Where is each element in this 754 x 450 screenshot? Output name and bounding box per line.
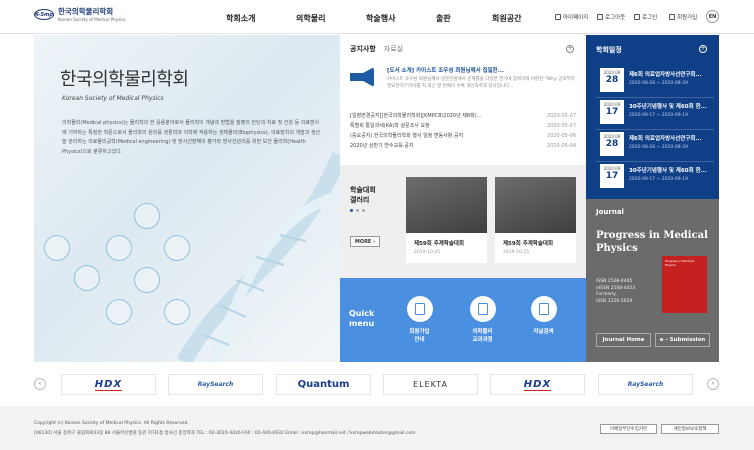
- journal-panel: Journal Progress in Medical Physics ISSN…: [586, 199, 719, 362]
- gallery-photo: [495, 177, 576, 233]
- list-item[interactable]: [일정변경공지][한국의학물리학회][KMPC8(2020년 제8회)... 20…: [350, 111, 576, 121]
- schedule-title: 학회일정: [596, 46, 622, 54]
- chevron-left-icon[interactable]: ‹: [34, 378, 46, 390]
- journal-home-button[interactable]: Journal Home: [596, 333, 651, 347]
- language-en-button[interactable]: EN: [706, 10, 719, 23]
- megaphone-icon: [350, 67, 374, 87]
- e-submission-button[interactable]: e - Submission: [655, 333, 710, 347]
- partner-logo[interactable]: RaySearch: [598, 374, 693, 395]
- user-icon: [555, 14, 561, 20]
- partner-banner: ‹ HDX RaySearch Quantum ELEKTA HDX RaySe…: [0, 370, 754, 398]
- tab-notice[interactable]: 공지사항: [350, 44, 376, 54]
- gallery-title: 학술대회 갤러리: [350, 186, 376, 204]
- logo-english: Korean Society of Medical Physics: [58, 16, 126, 22]
- date-badge: 2020.08 28: [600, 132, 624, 156]
- email-collection-refusal-button[interactable]: 이메일무단수집거부: [600, 424, 657, 434]
- hex-heartbeat-icon: [134, 267, 160, 293]
- nav-events[interactable]: 학술행사: [366, 13, 395, 24]
- logout-icon: [597, 14, 603, 20]
- journal-issn: ISSN 2508-4445 eISSN 2508-4453 Formerly …: [596, 279, 636, 304]
- nav-about[interactable]: 학회소개: [226, 13, 255, 24]
- list-item[interactable]: 특별회 통일과세(KA)학 설문조사 요청 2020-05-07: [350, 121, 576, 131]
- search-document-icon: [530, 296, 557, 322]
- quick-journal-search[interactable]: 저널검색: [521, 296, 566, 336]
- schedule-item[interactable]: 2020.08 28 제6회 의료업자방사선연구회... 2020-08-28 ~…: [596, 66, 714, 98]
- nav-medical-physics[interactable]: 의학물리: [296, 13, 325, 24]
- hex-molecule-icon: [106, 299, 132, 325]
- featured-notice-desc: 카이스트 조우성 회원님께서 방문인원에서 문제를을 다양한 연가에 집위하여 …: [387, 77, 575, 89]
- date-badge: 2020.08 28: [600, 68, 624, 92]
- featured-notice-title: [도서 소개] 카이스트 조우성 회원님께서 집필한...: [387, 68, 505, 74]
- hex-heart-icon: [106, 235, 132, 261]
- schedule-item[interactable]: 2020.09 17 30주년기념행사 및 제60회 한... 2020-09-1…: [596, 98, 714, 130]
- schedule-item[interactable]: 2020.09 17 30주년기념행사 및 제60회 한... 2020-09-1…: [596, 162, 714, 194]
- site-header: K-Smp 한국의학물리학회 Korean Society of Medical…: [0, 0, 754, 34]
- featured-notice[interactable]: [도서 소개] 카이스트 조우성 회원님께서 집필한... 카이스트 조우성 회…: [350, 65, 576, 97]
- journal-name: Progress in Medical Physics: [596, 230, 708, 254]
- site-footer: Copyright (c) Korean Society of Medical …: [0, 406, 754, 450]
- hero-subtitle: Korean Society of Medical Physics: [62, 95, 164, 102]
- partner-logo[interactable]: HDX: [490, 374, 585, 395]
- partner-logo[interactable]: RaySearch: [168, 374, 263, 395]
- notice-list: [일정변경공지][한국의학물리학회][KMPC8(2020년 제8회)... 20…: [350, 111, 576, 151]
- nav-members[interactable]: 회원공간: [492, 13, 521, 24]
- chevron-right-icon[interactable]: ›: [707, 378, 719, 390]
- gallery-pagination[interactable]: [350, 209, 368, 212]
- footer-address: [06130] 서울 송파구 올림픽로43길 88 서울아산병원 동관 지하1층…: [34, 431, 416, 436]
- hex-molecule-icon: [74, 265, 100, 291]
- logo-korean: 한국의학물리학회: [58, 7, 114, 16]
- date-badge: 2020.09 17: [600, 100, 624, 124]
- quick-curriculum[interactable]: 의학물리 교과과정: [460, 296, 505, 344]
- quick-menu: Quick menu 회원가입 안내 의학물리 교과과정 저널검색: [340, 278, 586, 362]
- gallery-card[interactable]: 제59회 추계학술대회 2019-10-25: [495, 177, 576, 263]
- hero-description: 의학물리(Medical physics)는 물리학의 한 응용분야로서 물리학…: [62, 120, 321, 155]
- gallery-more-button[interactable]: MORE ›: [350, 236, 380, 247]
- schedule-more-plus-icon[interactable]: +: [699, 45, 707, 53]
- hex-molecule-icon: [164, 235, 190, 261]
- tab-archive[interactable]: 자료실: [384, 44, 403, 54]
- hex-dna-icon: [134, 203, 160, 229]
- logout-link[interactable]: 로그아웃: [597, 13, 625, 21]
- hex-molecule-icon: [44, 235, 70, 261]
- notice-panel: 공지사항 자료실 + [도서 소개] 카이스트 조우성 회원님께서 집필한...…: [340, 35, 586, 165]
- partner-logo[interactable]: HDX: [61, 374, 156, 395]
- gallery-card[interactable]: 제59회 추계학술대회 2019-10-25: [406, 177, 487, 263]
- nav-publications[interactable]: 출판: [436, 13, 451, 24]
- books-icon: [469, 296, 496, 322]
- conference-gallery: 학술대회 갤러리 MORE › 제59회 추계학술대회 2019-10-25 제…: [340, 165, 586, 278]
- hero-banner: 한국의학물리학회 Korean Society of Medical Physi…: [34, 35, 340, 362]
- academic-schedule: 학회일정 + 2020.08 28 제6회 의료업자방사선연구회... 2020-…: [586, 35, 719, 199]
- footer-copyright: Copyright (c) Korean Society of Medical …: [34, 421, 189, 426]
- list-item[interactable]: 2020년 상반기 연수교육 공지 2020-05-04: [350, 141, 576, 151]
- login-link[interactable]: 로그인: [634, 13, 657, 21]
- privacy-policy-button[interactable]: 개인정보보호정책: [661, 424, 719, 434]
- join-link[interactable]: 회원가입: [669, 13, 697, 21]
- quick-join-guide[interactable]: 회원가입 안내: [397, 296, 442, 344]
- partner-logo[interactable]: Quantum: [276, 374, 371, 395]
- date-badge: 2020.09 17: [600, 164, 624, 188]
- schedule-item[interactable]: 2020.08 28 제6회 의료업자방사선연구회... 2020-08-28 ~…: [596, 130, 714, 162]
- logo-mark: K-Smp: [34, 9, 54, 21]
- quick-menu-title: Quick menu: [349, 309, 375, 328]
- lock-icon: [634, 14, 640, 20]
- hero-title: 한국의학물리학회: [60, 69, 189, 90]
- document-icon: [406, 296, 433, 322]
- mypage-link[interactable]: 마이페이지: [555, 13, 588, 21]
- partner-logo[interactable]: ELEKTA: [383, 374, 478, 395]
- pencil-icon: [669, 14, 675, 20]
- journal-label: Journal: [596, 208, 624, 216]
- hex-atom-icon: [164, 299, 190, 325]
- notice-more-plus-icon[interactable]: +: [566, 45, 574, 53]
- journal-cover-image[interactable]: Progress in Medical Physics: [662, 256, 707, 313]
- site-logo[interactable]: K-Smp 한국의학물리학회 Korean Society of Medical…: [34, 8, 126, 22]
- list-item[interactable]: (중요공지) 한국의학물리학회 행사 일정 변동사항 공지 2020-05-06: [350, 131, 576, 141]
- gallery-photo: [406, 177, 487, 233]
